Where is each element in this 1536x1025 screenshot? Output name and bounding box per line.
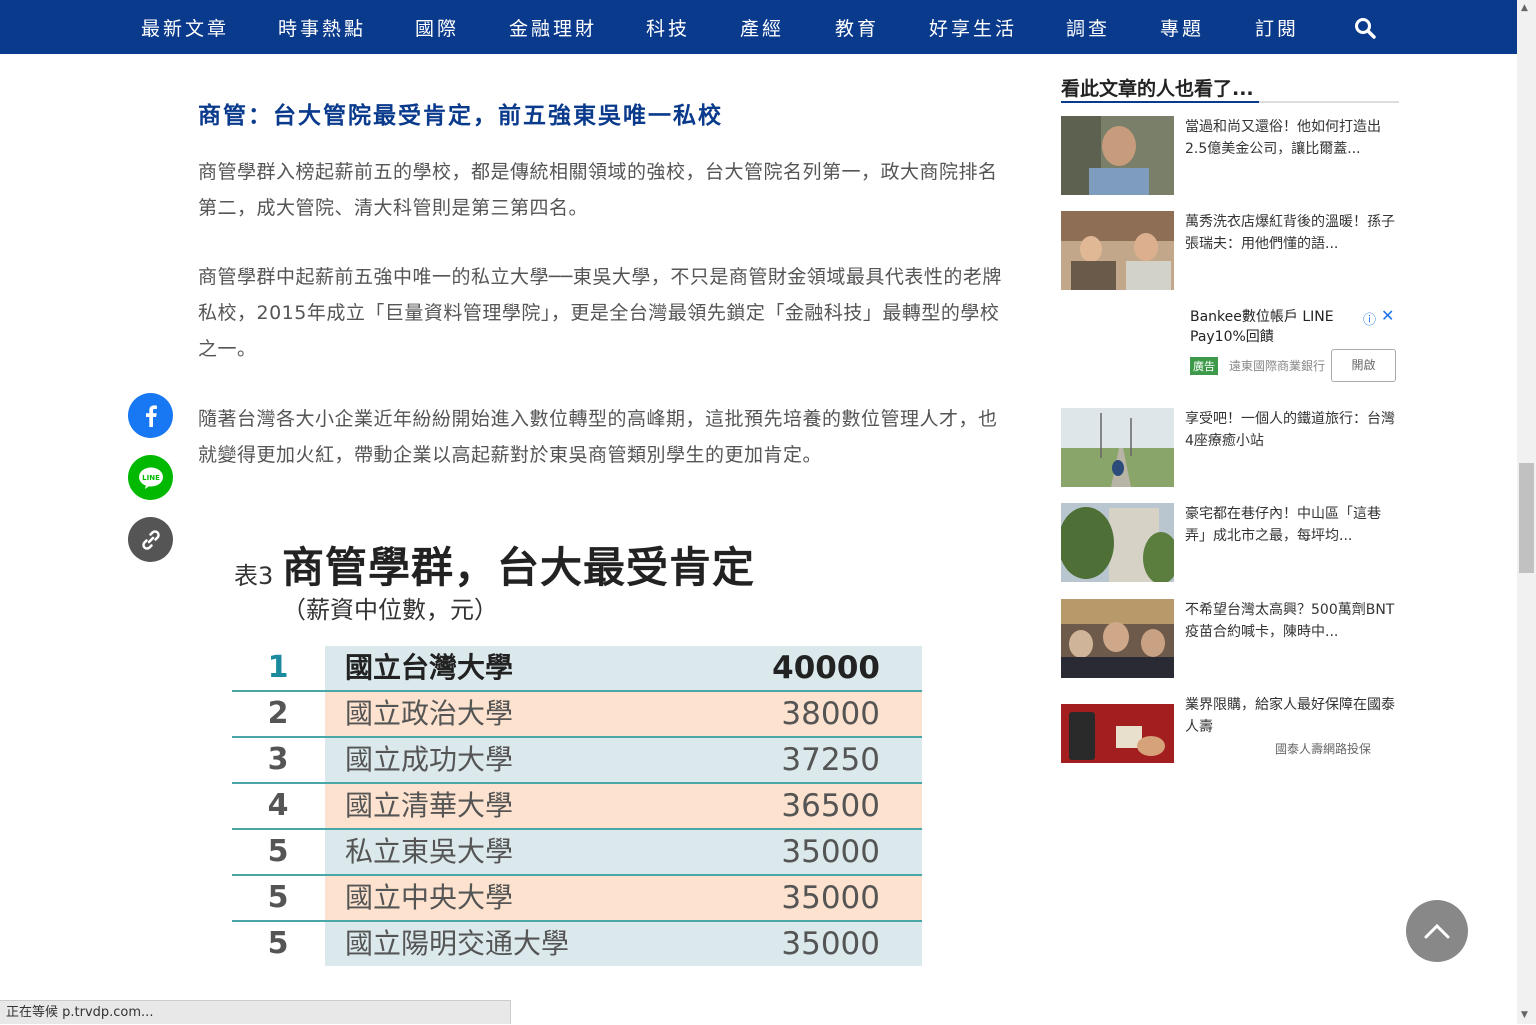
nav-item-tech[interactable]: 科技 bbox=[646, 14, 690, 41]
salary-value: 38000 bbox=[781, 696, 880, 732]
info-icon[interactable]: ⓘ bbox=[1363, 309, 1376, 328]
ad-badge: 廣告 bbox=[1190, 357, 1218, 375]
related-article-title: 不希望台灣太高興？500萬劑BNT疫苗合約喊卡，陳時中... bbox=[1185, 602, 1395, 640]
article-thumbnail bbox=[1061, 599, 1174, 678]
nav-item-finance[interactable]: 金融理財 bbox=[509, 14, 597, 41]
table-row: 1 國立台灣大學 40000 bbox=[232, 646, 922, 692]
scrollbar-thumb[interactable] bbox=[1519, 463, 1534, 573]
chevron-up-icon bbox=[1424, 923, 1450, 939]
related-article-item[interactable]: 當過和尚又還俗！他如何打造出2.5億美金公司，讓比爾蓋... bbox=[1061, 116, 1399, 196]
table-row: 5 國立中央大學 35000 bbox=[232, 876, 922, 922]
figure-unit: （薪資中位數，元） bbox=[282, 596, 498, 624]
nav-item-subscribe[interactable]: 訂閱 bbox=[1255, 14, 1299, 41]
facebook-share-button[interactable] bbox=[128, 393, 173, 438]
scroll-up-icon[interactable]: ▲ bbox=[1521, 3, 1528, 13]
related-article-title: 萬秀洗衣店爆紅背後的溫暖！孫子張瑞夫：用他們懂的語... bbox=[1185, 214, 1395, 252]
salary-value: 35000 bbox=[781, 926, 880, 962]
nav-item-topics[interactable]: 專題 bbox=[1160, 14, 1204, 41]
article-thumbnail bbox=[1061, 704, 1174, 763]
nav-item-education[interactable]: 教育 bbox=[835, 14, 879, 41]
nav-item-lifestyle[interactable]: 好享生活 bbox=[929, 14, 1017, 41]
salary-value: 37250 bbox=[781, 742, 880, 778]
nav-item-latest[interactable]: 最新文章 bbox=[141, 14, 229, 41]
related-article-item[interactable]: 業界限購，給家人最好保障在國泰人壽 bbox=[1061, 694, 1399, 774]
ad-text: Bankee數位帳戶 LINE Pay10%回饋 bbox=[1190, 309, 1334, 345]
copy-link-button[interactable] bbox=[128, 517, 173, 562]
scroll-down-icon[interactable]: ▼ bbox=[1521, 1010, 1528, 1020]
nav-item-industry[interactable]: 產經 bbox=[740, 14, 784, 41]
search-icon[interactable] bbox=[1354, 17, 1376, 39]
article-thumbnail bbox=[1061, 211, 1174, 290]
article-paragraph: 商管學群中起薪前五強中唯一的私立大學──東吳大學，不只是商管財金領域最具代表性的… bbox=[198, 266, 1002, 360]
article-thumbnail bbox=[1061, 408, 1174, 487]
table-row: 5 國立陽明交通大學 35000 bbox=[232, 922, 922, 968]
related-article-item[interactable]: 享受吧！一個人的鐵道旅行：台灣4座療癒小站 bbox=[1061, 408, 1399, 488]
salary-value: 35000 bbox=[781, 834, 880, 870]
browser-status-bar: 正在等候 p.trvdp.com... bbox=[0, 1000, 511, 1024]
table-row: 3 國立成功大學 37250 bbox=[232, 738, 922, 784]
table-row: 5 私立東吳大學 35000 bbox=[232, 830, 922, 876]
related-article-item[interactable]: 不希望台灣太高興？500萬劑BNT疫苗合約喊卡，陳時中... bbox=[1061, 599, 1399, 679]
svg-text:LINE: LINE bbox=[142, 474, 160, 482]
table-row: 2 國立政治大學 38000 bbox=[232, 692, 922, 738]
rank-number: 2 bbox=[267, 696, 289, 731]
top-nav: 最新文章 時事熱點 國際 金融理財 科技 產經 教育 好享生活 調查 專題 訂閱 bbox=[0, 0, 1517, 54]
related-article-item[interactable]: 豪宅都在巷仔內！中山區「這巷弄」成北市之最，每坪均... bbox=[1061, 503, 1399, 583]
school-name: 國立成功大學 bbox=[345, 743, 514, 776]
ad-sponsor: 遠東國際商業銀行 bbox=[1229, 359, 1326, 373]
school-name: 國立台灣大學 bbox=[345, 651, 514, 684]
rank-number: 5 bbox=[267, 880, 289, 915]
salary-ranking-figure: 表3 商管學群，台大最受肯定 （薪資中位數，元） 1 國立台灣大學 40000 … bbox=[232, 530, 932, 980]
line-share-button[interactable]: LINE bbox=[128, 455, 173, 500]
ad-sponsor: 國泰人壽網路投保 bbox=[1275, 742, 1372, 756]
article-thumbnail bbox=[1061, 116, 1174, 195]
section-heading: 商管：台大管院最受肯定，前五強東吳唯一私校 bbox=[198, 103, 723, 129]
link-icon bbox=[141, 529, 160, 550]
ad-open-button[interactable]: 開啟 bbox=[1331, 349, 1396, 382]
related-article-title: 業界限購，給家人最好保障在國泰人壽 bbox=[1185, 697, 1395, 735]
article-thumbnail bbox=[1061, 503, 1174, 582]
rank-number: 4 bbox=[267, 788, 289, 823]
back-to-top-button[interactable] bbox=[1406, 900, 1468, 962]
related-articles-title: 看此文章的人也看了... bbox=[1061, 78, 1254, 100]
salary-value: 35000 bbox=[781, 880, 880, 916]
rank-number: 3 bbox=[267, 742, 289, 777]
nav-item-news[interactable]: 時事熱點 bbox=[278, 14, 366, 41]
ad-banner[interactable]: Bankee數位帳戶 LINE Pay10%回饋 廣告 遠東國際商業銀行 開啟 … bbox=[1061, 305, 1399, 387]
school-name: 私立東吳大學 bbox=[345, 835, 514, 868]
school-name: 國立陽明交通大學 bbox=[345, 927, 570, 960]
facebook-icon bbox=[145, 404, 157, 427]
related-article-item[interactable]: 萬秀洗衣店爆紅背後的溫暖！孫子張瑞夫：用他們懂的語... bbox=[1061, 211, 1399, 291]
line-icon: LINE bbox=[138, 467, 163, 489]
related-article-title: 當過和尚又還俗！他如何打造出2.5億美金公司，讓比爾蓋... bbox=[1185, 119, 1381, 157]
article-paragraph: 隨著台灣各大小企業近年紛紛開始進入數位轉型的高峰期，這批預先培養的數位管理人才，… bbox=[198, 408, 998, 466]
rank-number: 5 bbox=[267, 926, 289, 961]
school-name: 國立清華大學 bbox=[345, 789, 514, 822]
salary-ranking-table: 1 國立台灣大學 40000 2 國立政治大學 38000 3 國立成功大學 3… bbox=[232, 646, 922, 968]
figure-label: 表3 bbox=[234, 562, 274, 590]
page-scrollbar[interactable]: ▲ ▼ bbox=[1517, 0, 1536, 1024]
salary-value: 40000 bbox=[772, 650, 880, 686]
related-article-title: 豪宅都在巷仔內！中山區「這巷弄」成北市之最，每坪均... bbox=[1185, 506, 1381, 544]
table-row: 4 國立清華大學 36500 bbox=[232, 784, 922, 830]
rank-number: 5 bbox=[267, 834, 289, 869]
figure-title: 商管學群，台大最受肯定 bbox=[282, 543, 756, 592]
article-paragraph: 商管學群入榜起薪前五的學校，都是傳統相關領域的強校，台大管院名列第一，政大商院排… bbox=[198, 161, 998, 219]
salary-value: 36500 bbox=[781, 788, 880, 824]
related-article-title: 享受吧！一個人的鐵道旅行：台灣4座療癒小站 bbox=[1185, 411, 1395, 449]
divider-accent bbox=[1061, 101, 1259, 103]
school-name: 國立中央大學 bbox=[345, 881, 514, 914]
nav-item-survey[interactable]: 調查 bbox=[1066, 14, 1110, 41]
nav-item-international[interactable]: 國際 bbox=[415, 14, 459, 41]
school-name: 國立政治大學 bbox=[345, 697, 514, 730]
rank-number: 1 bbox=[267, 650, 289, 685]
close-icon[interactable]: ✕ bbox=[1381, 306, 1394, 325]
